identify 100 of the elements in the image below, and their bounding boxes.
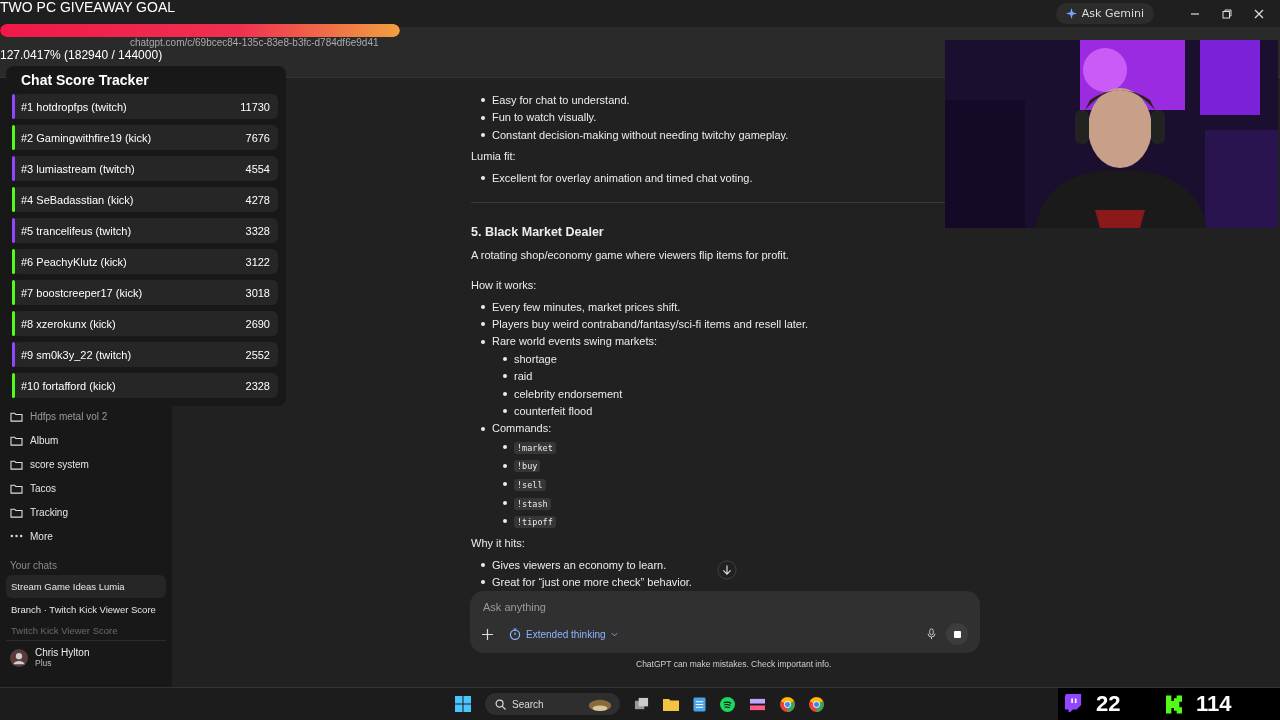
close-icon[interactable] (1254, 8, 1264, 19)
viewer-name: #8 xzerokunx (kick) (21, 317, 117, 330)
score-value: 4554 (245, 162, 270, 175)
avatar[interactable] (10, 648, 28, 667)
paragraph: Why it hits: (471, 536, 526, 549)
bullet-icon (481, 132, 485, 137)
browser-icon[interactable] (809, 696, 824, 712)
windows-start-icon[interactable] (455, 696, 471, 712)
list-item-text: Excellent for overlay animation and timed chat voting. (492, 172, 753, 185)
bullet-icon (481, 339, 485, 344)
sidebar-item[interactable]: More (6, 524, 166, 548)
sidebar-item[interactable]: score system (6, 452, 166, 476)
user-name: Chris Hylton (35, 647, 90, 658)
paragraph: Lumia fit: (471, 150, 517, 163)
list-item-text: Rare world events swing markets: (492, 335, 658, 348)
paragraph: How it works: (471, 278, 538, 291)
stop-button[interactable] (946, 623, 968, 645)
goal-progress-text: 127.0417% (182940 / 144000) (0, 49, 163, 61)
thinking-mode-button[interactable]: Extended thinking (503, 627, 624, 641)
bullet-icon (503, 391, 507, 396)
inline-code: !tipoff (514, 516, 556, 529)
list-item-text: Fun to watch visually. (492, 111, 597, 124)
sidebar-item[interactable]: Tracking (6, 500, 166, 524)
viewer-name: #1 hotdropfps (twitch) (21, 100, 128, 113)
score-value: 3018 (245, 286, 270, 299)
sidebar-item[interactable]: Album (6, 428, 166, 452)
score-value: 11730 (240, 100, 270, 113)
score-value: 4278 (245, 193, 270, 206)
bullet-icon (503, 463, 507, 468)
bullet-icon (481, 98, 485, 103)
app-icon[interactable] (749, 696, 766, 712)
chevron-down-icon (610, 631, 618, 637)
address-bar[interactable]: chatgpt.com/c/69bcec84-135c-83e8-b3fc-d784df6e9d41 (130, 37, 379, 48)
score-value: 3122 (245, 255, 270, 268)
inline-code: !market (514, 441, 556, 454)
section-heading: 5. Black Market Dealer (471, 224, 605, 239)
inline-code: !buy (514, 460, 541, 473)
score-value: 3328 (245, 224, 270, 237)
folder-icon (10, 506, 23, 518)
folder-icon (10, 458, 23, 470)
goal-title: TWO PC GIVEAWAY GOAL (0, 0, 176, 15)
task-view-icon[interactable] (634, 696, 649, 712)
panel-title: Chat Score Tracker (21, 72, 150, 88)
bullet-icon (481, 322, 485, 327)
taskbar-search-field[interactable]: Search (485, 693, 620, 715)
section-heading: Your chats (10, 560, 58, 571)
sidebar-item[interactable]: Hdfps metal vol 2 (6, 404, 166, 428)
bullet-icon (481, 115, 485, 120)
sidebar-item[interactable]: Tacos (6, 476, 166, 500)
list-item-text: Players buy weird contraband/fantasy/sci-fi items and resell later. (492, 318, 809, 331)
list-item-text: shortage (514, 352, 557, 365)
inline-code: !sell (514, 479, 546, 492)
list-item-text: counterfeit flood (514, 405, 593, 418)
list-item-text: Every few minutes, market prices shift. (492, 300, 681, 313)
kick-logo-icon (1166, 694, 1182, 714)
viewer-name: #3 lumiastream (twitch) (21, 162, 136, 175)
timer-icon (509, 628, 521, 640)
viewer-count: 114 (1196, 691, 1232, 717)
list-item-text: raid (514, 370, 533, 383)
folder-icon (10, 434, 23, 446)
bullet-icon (481, 304, 485, 309)
bullet-icon (503, 409, 507, 414)
viewer-count: 22 (1096, 691, 1121, 717)
score-value: 2690 (245, 317, 270, 330)
list-item-text: Constant decision-making without needing twitchy gameplay. (492, 128, 789, 141)
message-input[interactable]: Ask anything (482, 599, 968, 615)
list-item-text: Easy for chat to understand. (492, 94, 630, 106)
music-app-icon[interactable] (720, 696, 735, 712)
viewer-name: #2 Gamingwithfire19 (kick) (21, 131, 153, 144)
viewer-name: #4 SeBadasstian (kick) (21, 193, 135, 206)
browser-icon[interactable] (780, 696, 795, 712)
inline-code: !stash (514, 497, 551, 510)
notepad-icon[interactable] (693, 696, 706, 712)
list-item-text: Great for “just one more check” behavior. (492, 576, 692, 589)
viewer-name: #7 boostcreeper17 (kick) (21, 286, 144, 299)
bullet-icon (481, 580, 485, 585)
plus-icon[interactable] (482, 628, 493, 640)
disclaimer-text: ChatGPT can make mistakes. Check important info. (636, 659, 832, 669)
scroll-down-button[interactable] (717, 560, 737, 580)
paragraph: A rotating shop/economy game where viewers flip items for profit. (471, 248, 790, 261)
ask-gemini-button[interactable]: Ask Gemini (1055, 3, 1154, 24)
bullet-icon (503, 500, 507, 505)
bullet-icon (503, 482, 507, 487)
folder-icon[interactable] (663, 697, 679, 711)
microphone-icon[interactable] (927, 628, 936, 640)
viewer-name: #10 fortafford (kick) (21, 379, 117, 392)
sparkle-icon (1065, 8, 1077, 19)
list-item-text: Gives viewers an economy to learn. (492, 558, 667, 571)
score-value: 7676 (245, 131, 270, 144)
score-value: 2328 (245, 379, 270, 392)
bullet-icon (503, 519, 507, 524)
bullet-icon (481, 176, 485, 181)
more-icon (10, 534, 23, 538)
chat-item[interactable]: Stream Game Ideas Lumia (6, 575, 166, 598)
viewer-name: #5 trancelifeus (twitch) (21, 224, 133, 237)
bullet-icon (503, 374, 507, 379)
list-item-text: Commands: (492, 422, 552, 435)
chat-item[interactable]: Branch · Twitch Kick Viewer Score (6, 598, 166, 621)
restore-icon[interactable] (1222, 8, 1232, 19)
bullet-icon (481, 426, 485, 431)
